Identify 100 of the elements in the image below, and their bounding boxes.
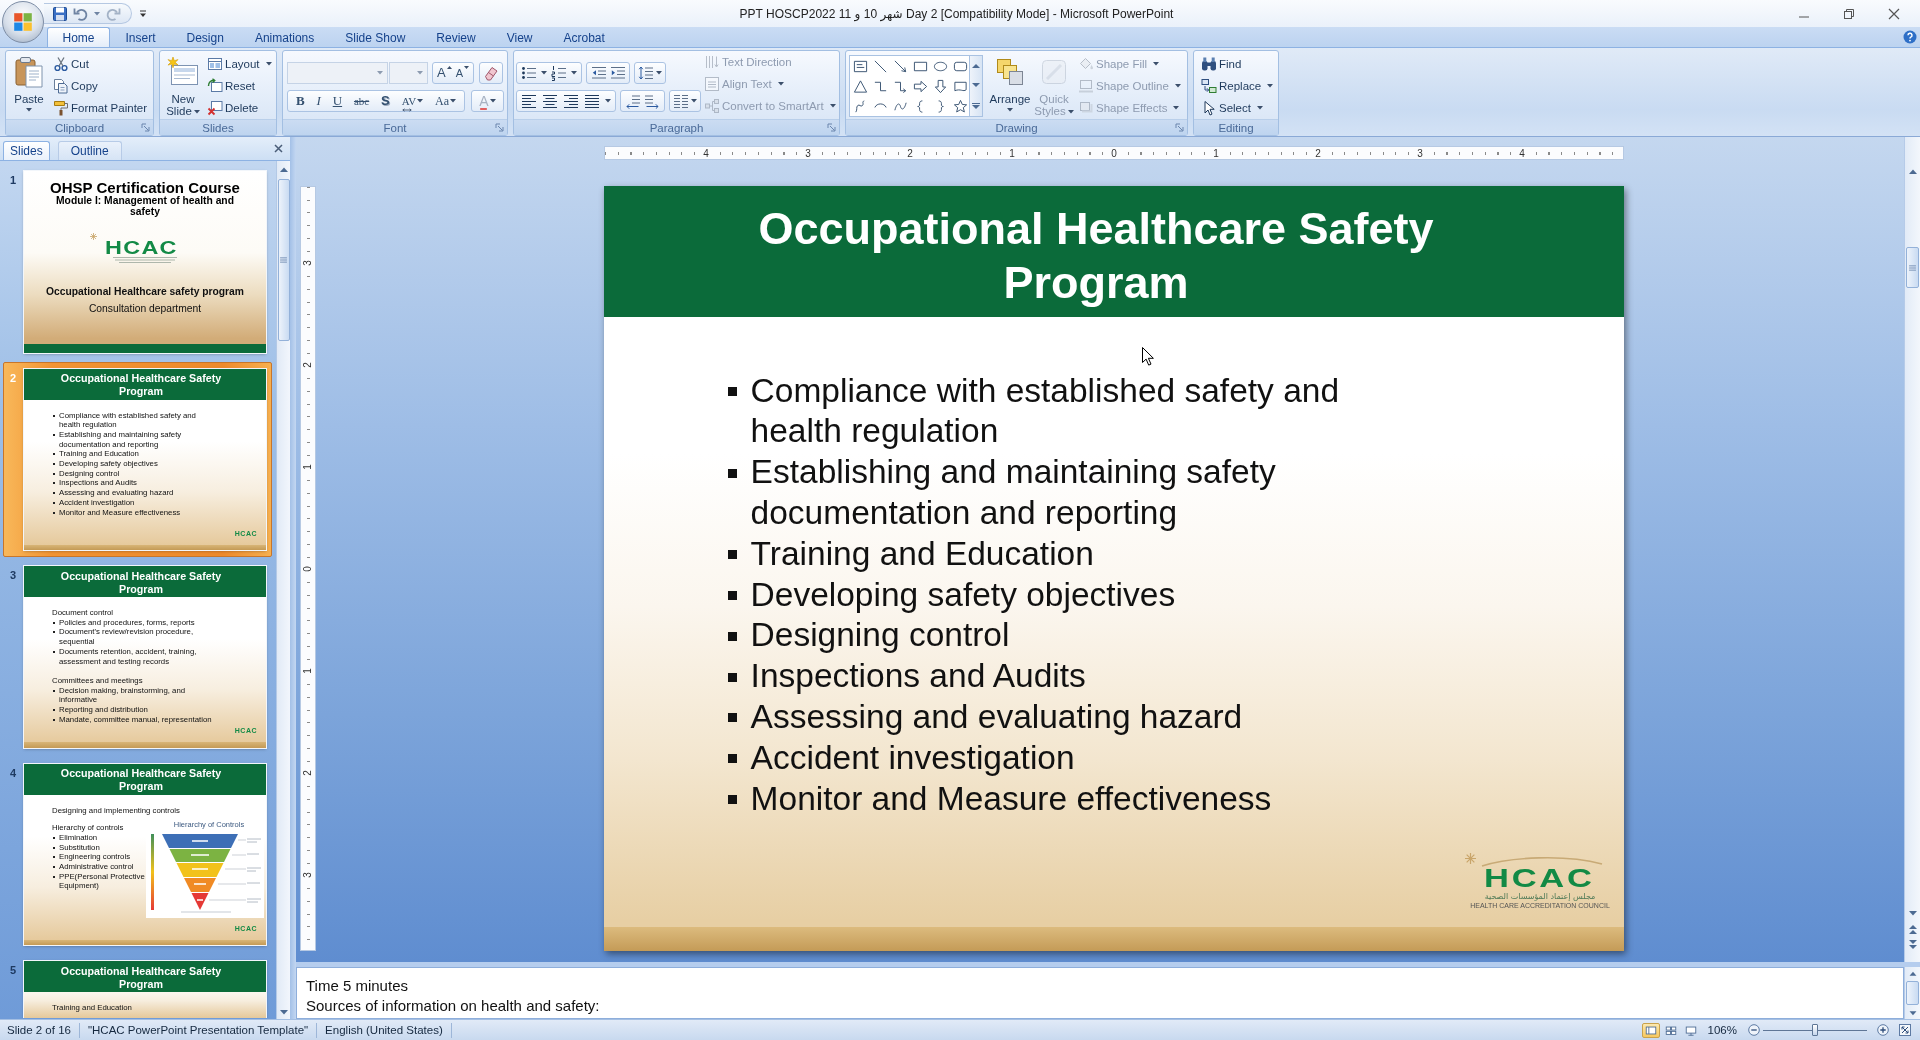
format-painter-button[interactable]: Format Painter — [51, 97, 150, 119]
dialog-launcher-icon[interactable] — [495, 123, 504, 132]
ribbon-tab[interactable]: Insert — [110, 27, 172, 47]
slide-list-item[interactable] — [3, 361, 272, 557]
caret-icon[interactable] — [94, 11, 100, 16]
paste-button[interactable]: Paste — [9, 53, 49, 112]
bullet-text: Accident investigation — [750, 737, 1076, 778]
zoom-out-icon[interactable] — [1748, 1024, 1760, 1036]
ribbon-tab[interactable]: Review — [420, 27, 492, 47]
align-right-icon[interactable] — [563, 93, 579, 109]
scrollbar-thumb[interactable] — [277, 179, 290, 341]
dialog-launcher-icon[interactable] — [141, 123, 150, 132]
caret-icon[interactable] — [691, 99, 697, 103]
scroll-up-icon[interactable] — [972, 63, 980, 69]
star-shape-icon[interactable] — [952, 98, 968, 114]
block-arrow-down-icon[interactable] — [932, 78, 948, 94]
ribbon-tab[interactable]: Acrobat — [547, 27, 621, 47]
scrollbar-thumb[interactable] — [1906, 981, 1919, 1005]
ribbon-tab[interactable]: Home — [47, 27, 110, 47]
bullet-list-icon[interactable] — [521, 65, 537, 81]
triangle-icon[interactable] — [852, 78, 868, 94]
replace-button[interactable]: Replace — [1199, 75, 1276, 97]
grip-icon — [280, 257, 287, 263]
text-box-icon[interactable] — [852, 58, 868, 74]
ribbon-tab[interactable]: Design — [171, 27, 240, 47]
slide-title: Occupational Healthcare Safety Program — [59, 372, 223, 400]
office-button[interactable] — [2, 1, 44, 43]
zoom-slider-thumb[interactable] — [1812, 1024, 1818, 1036]
group-label: Slides — [202, 120, 234, 135]
caret-icon[interactable] — [541, 71, 547, 75]
right-to-left-icon[interactable] — [624, 93, 641, 109]
line-spacing-icon[interactable] — [638, 65, 654, 81]
ruler-number: 1 — [302, 667, 314, 674]
restore-icon[interactable] — [1842, 6, 1856, 21]
save-icon[interactable] — [52, 5, 68, 22]
ribbon-tab[interactable]: Slide Show — [329, 27, 421, 47]
dialog-launcher-icon[interactable] — [1175, 123, 1184, 132]
ribbon-tab[interactable]: View — [491, 27, 548, 47]
close-icon[interactable] — [274, 144, 283, 153]
zoom-in-icon[interactable] — [1877, 1024, 1889, 1036]
copy-button[interactable]: Copy — [51, 75, 150, 97]
arrange-button[interactable]: Arrange — [989, 53, 1031, 112]
italic-button[interactable]: I — [315, 92, 322, 110]
select-button[interactable]: Select — [1199, 97, 1276, 119]
help-icon[interactable] — [1903, 30, 1917, 44]
pane-tab[interactable]: Outline — [57, 141, 122, 160]
caret-icon[interactable] — [656, 71, 662, 75]
reset-button[interactable]: Reset — [205, 75, 274, 97]
normal-view-icon[interactable] — [1641, 1022, 1660, 1038]
fit-to-window-icon[interactable] — [1898, 1023, 1912, 1037]
customize-toolbar-icon[interactable] — [139, 9, 147, 18]
scroll-down-icon[interactable] — [972, 83, 980, 88]
dialog-launcher-icon[interactable] — [827, 123, 836, 132]
caret-icon[interactable] — [571, 71, 577, 75]
ruler-number: 3 — [804, 147, 812, 159]
sparkle-icon — [90, 233, 97, 240]
strikethrough-button[interactable]: abc — [352, 92, 371, 110]
scrollbar-thumb[interactable] — [1906, 247, 1919, 288]
double-arrow-icon — [401, 108, 412, 112]
notes-pane[interactable]: Time 5 minutes Sources of information on health and safety: — [296, 967, 1904, 1019]
group-label: Font — [383, 120, 407, 135]
left-to-right-icon[interactable] — [644, 93, 661, 109]
bullet-text: Training and Education — [750, 533, 1095, 574]
caret-icon[interactable] — [604, 99, 611, 103]
character-spacing-button[interactable]: AV — [400, 92, 425, 110]
underline-button[interactable]: U — [331, 92, 344, 110]
find-button[interactable]: Find — [1199, 53, 1276, 75]
grow-font-button[interactable]: A — [436, 64, 453, 82]
text-shadow-button[interactable]: S — [380, 92, 391, 110]
layout-button[interactable]: Layout — [205, 53, 274, 75]
columns-icon[interactable] — [673, 93, 689, 109]
cursor-icon — [1201, 100, 1217, 116]
ribbon-tab[interactable]: Animations — [239, 27, 330, 47]
change-case-button[interactable]: Aa — [434, 92, 457, 110]
binoculars-icon — [1201, 56, 1217, 72]
shrink-font-button[interactable]: A — [454, 64, 470, 82]
numbered-list-icon[interactable] — [551, 65, 567, 81]
cut-button[interactable]: Cut — [51, 53, 150, 75]
block-arrow-right-icon[interactable] — [912, 78, 928, 94]
decrease-indent-icon[interactable] — [590, 65, 607, 81]
zoom-level-button[interactable]: 106% — [1705, 1024, 1739, 1036]
new-slide-button[interactable]: New Slide — [163, 53, 203, 117]
up-caret-icon — [446, 66, 452, 69]
delete-button[interactable]: Delete — [205, 97, 274, 119]
close-icon[interactable] — [1887, 6, 1901, 21]
logo-text: HCAC — [105, 241, 178, 255]
down-caret-icon — [464, 66, 469, 69]
more-icon[interactable] — [972, 102, 980, 109]
pane-tab[interactable]: Slides — [3, 141, 50, 160]
sparkle-icon — [1465, 853, 1476, 864]
slide-list-item[interactable]: 1 OHSP Certification Course Module I: Management of health and safety HCAC Occupational Healthcare safety program Consultation department — [3, 164, 272, 360]
line-icon[interactable] — [872, 58, 888, 74]
align-left-icon[interactable] — [521, 93, 538, 109]
justify-icon[interactable] — [583, 93, 600, 109]
bold-button[interactable]: B — [294, 92, 306, 110]
replace-icon — [1201, 78, 1217, 94]
arrow-line-icon[interactable] — [892, 58, 908, 74]
increase-indent-icon[interactable] — [609, 65, 626, 81]
align-center-icon[interactable] — [542, 93, 559, 109]
status-text: "HCAC PowerPoint Presentation Template" — [79, 1022, 318, 1038]
